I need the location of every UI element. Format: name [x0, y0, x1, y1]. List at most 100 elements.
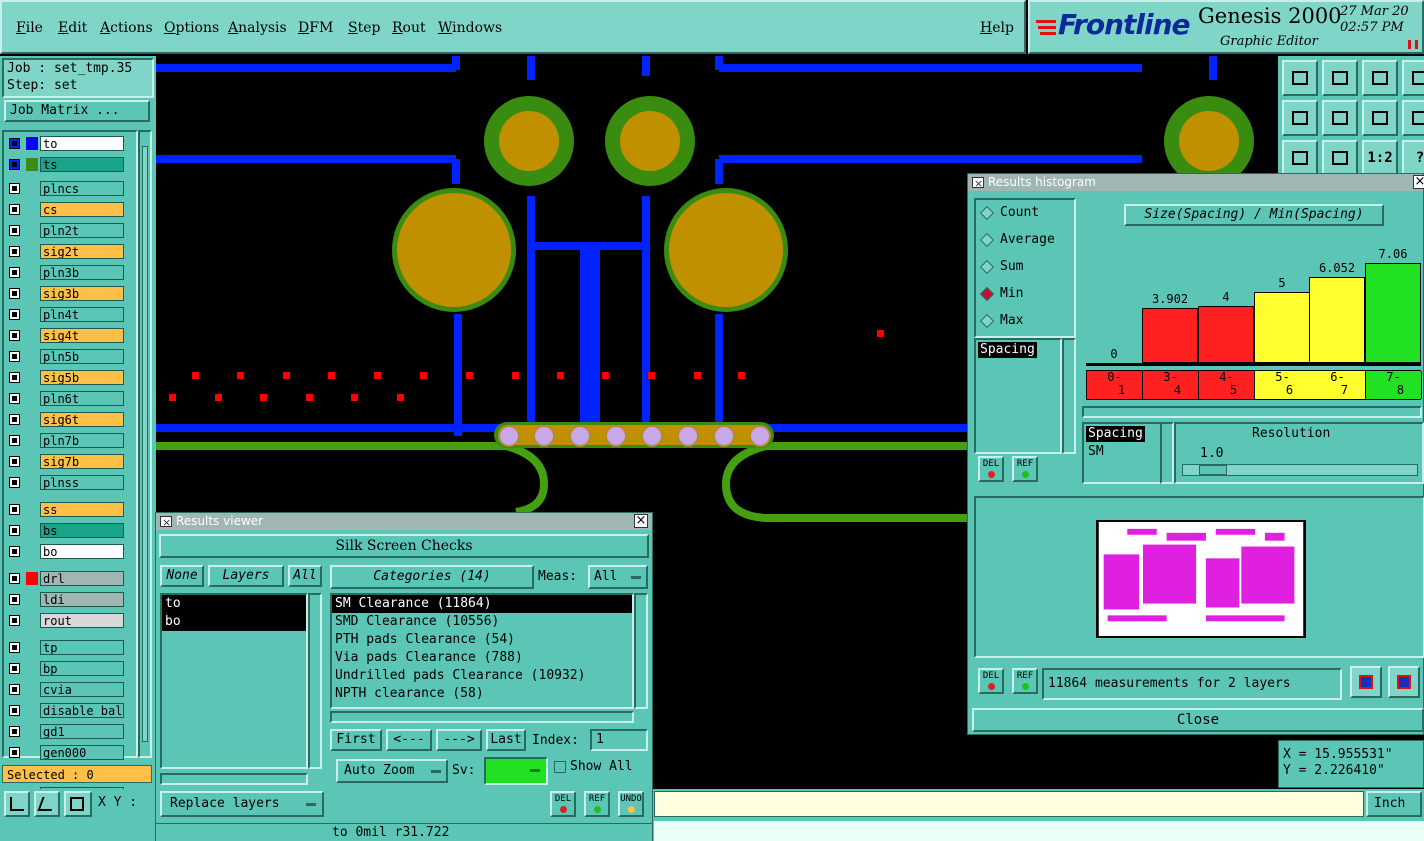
layer-name[interactable]: sig6t [40, 412, 124, 427]
close-icon[interactable]: × [1413, 175, 1424, 189]
layer-row-to[interactable]: to [6, 136, 124, 151]
last-button[interactable]: Last [486, 729, 526, 751]
layer-row-ss[interactable]: ss [6, 502, 124, 517]
undo-view-icon[interactable] [1362, 100, 1398, 136]
layer-row-bs[interactable]: bs [6, 523, 124, 538]
layer-list-scrollbar[interactable] [138, 130, 152, 758]
resolution-slider[interactable] [1182, 464, 1418, 476]
layer-name[interactable]: sig7b [40, 454, 124, 469]
histogram-bar[interactable] [1365, 263, 1421, 363]
resolution-list-sm[interactable]: SM [1088, 444, 1104, 459]
layer-checkbox[interactable] [9, 477, 20, 488]
layer-row-plnss[interactable]: plnss [6, 475, 124, 490]
layer-name[interactable]: cvia [40, 682, 124, 697]
field-list-item[interactable]: Spacing [978, 342, 1037, 358]
layer-name[interactable]: sig3b [40, 286, 124, 301]
menu-windows[interactable]: Windows [438, 20, 502, 36]
menu-dfm[interactable]: DFM [298, 20, 333, 36]
layer-row-bp[interactable]: bp [6, 661, 124, 676]
layer-checkbox[interactable] [9, 225, 20, 236]
layer-checkbox[interactable] [9, 684, 20, 695]
layer-name[interactable]: ss [40, 502, 124, 517]
layer-row-ldi[interactable]: ldi [6, 592, 124, 607]
layer-name[interactable]: pln7b [40, 433, 124, 448]
rv-undo-button[interactable]: UNDO [618, 791, 644, 817]
layer-checkbox[interactable] [9, 159, 20, 170]
fit-icon[interactable] [1282, 140, 1318, 176]
layer-name[interactable]: pln4t [40, 307, 124, 322]
menu-edit[interactable]: Edit [58, 20, 87, 36]
mode-average[interactable]: Average [978, 231, 1055, 249]
mode-min[interactable]: Min [978, 285, 1023, 303]
window-menu-icon[interactable] [160, 514, 172, 531]
layer-checkbox[interactable] [9, 246, 20, 257]
rv-ref-button[interactable]: REF [584, 791, 610, 817]
layer-checkbox[interactable] [9, 456, 20, 467]
snap-icon[interactable] [4, 791, 30, 817]
layer-row-sig2t[interactable]: sig2t [6, 244, 124, 259]
import-icon[interactable] [1388, 666, 1420, 698]
layer-row-cvia[interactable]: cvia [6, 682, 124, 697]
menu-actions[interactable]: Actions [100, 20, 153, 36]
layer-row-tp[interactable]: tp [6, 640, 124, 655]
resolution-list-item[interactable]: Spacing [1086, 426, 1145, 442]
layer-name[interactable]: pln5b [40, 349, 124, 364]
layer-name[interactable]: bo [40, 544, 124, 559]
menu-options[interactable]: Options [164, 20, 219, 36]
layer-name[interactable]: pln2t [40, 223, 124, 238]
layer-name[interactable]: ts [40, 157, 124, 172]
layer-row-bo[interactable]: bo [6, 544, 124, 559]
bar-range-label[interactable]: 3- 4 [1143, 371, 1199, 399]
layer-checkbox[interactable] [9, 309, 20, 320]
layer-name[interactable]: disable_bala [40, 703, 124, 718]
scale-icon[interactable]: 1:2 [1362, 140, 1398, 176]
layer-row-sig7b[interactable]: sig7b [6, 454, 124, 469]
menu-rout[interactable]: Rout [392, 20, 426, 36]
layer-checkbox[interactable] [9, 573, 20, 584]
categories-button[interactable]: Categories (14) [330, 565, 534, 589]
category-scrollbar[interactable] [634, 593, 648, 709]
layer-checkbox[interactable] [9, 393, 20, 404]
results-viewer-titlebar[interactable]: Results viewer × [156, 513, 652, 531]
measure-icon[interactable] [34, 791, 60, 817]
histogram-bar[interactable] [1254, 292, 1310, 363]
layer-checkbox[interactable] [9, 267, 20, 278]
panel-icon[interactable] [1402, 100, 1424, 136]
layer-row-gen000[interactable]: gen000 [6, 745, 124, 760]
layer-checkbox[interactable] [9, 183, 20, 194]
layer-row-cs[interactable]: cs [6, 202, 124, 217]
layer-row-pln6t[interactable]: pln6t [6, 391, 124, 406]
preview-ref-button[interactable]: REF [1012, 668, 1038, 694]
layers-button[interactable]: Layers [208, 565, 284, 587]
mode-count[interactable]: Count [978, 204, 1039, 222]
category-item[interactable]: Via pads Clearance (788) [332, 649, 632, 667]
histogram-bar[interactable] [1142, 308, 1198, 363]
layer-checkbox[interactable] [9, 435, 20, 446]
layer-checkbox[interactable] [9, 705, 20, 716]
layer-checkbox[interactable] [9, 594, 20, 605]
layer-checkbox[interactable] [9, 747, 20, 758]
layer-name[interactable]: sig4t [40, 328, 124, 343]
result-layer-bo[interactable]: bo [162, 613, 306, 631]
layer-row-disable_bala[interactable]: disable_bala [6, 703, 124, 718]
histogram-close-button[interactable]: Close [972, 708, 1424, 732]
histogram-del-button[interactable]: DEL [978, 456, 1004, 482]
menu-step[interactable]: Step [348, 20, 380, 36]
layer-name[interactable]: pln3b [40, 265, 124, 280]
close-icon[interactable]: × [634, 514, 648, 528]
layer-name[interactable]: to [40, 136, 124, 151]
bar-range-label[interactable]: 5- 6 [1255, 371, 1311, 399]
grid-snap-icon[interactable] [64, 791, 92, 817]
layer-checkbox[interactable] [9, 663, 20, 674]
histogram-ref-button[interactable]: REF [1012, 456, 1038, 482]
category-item[interactable]: SMD Clearance (10556) [332, 613, 632, 631]
layer-row-pln4t[interactable]: pln4t [6, 307, 124, 322]
next-button[interactable]: ---> [436, 729, 482, 751]
layer-row-rout[interactable]: rout [6, 613, 124, 628]
layer-row-pln7b[interactable]: pln7b [6, 433, 124, 448]
layer-row-sig6t[interactable]: sig6t [6, 412, 124, 427]
layer-name[interactable]: drl [40, 571, 124, 586]
mode-max[interactable]: Max [978, 312, 1023, 330]
window-menu-icon[interactable] [972, 175, 984, 192]
layer-checkbox[interactable] [9, 504, 20, 515]
